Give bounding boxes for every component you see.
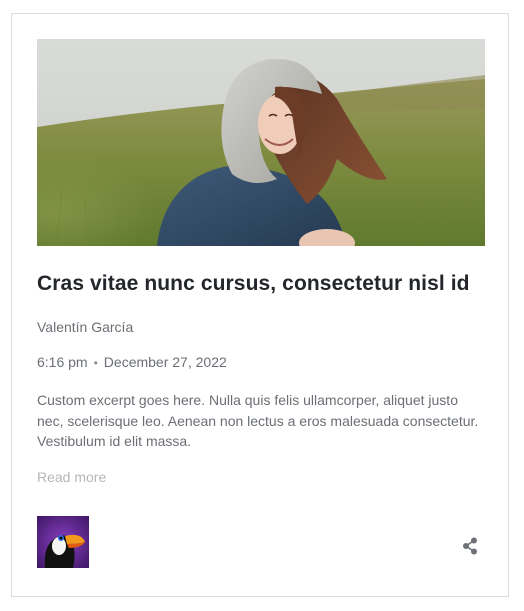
post-title[interactable]: Cras vitae nunc cursus, consectetur nisl… [37, 272, 487, 296]
share-icon[interactable] [460, 536, 480, 556]
post-featured-image[interactable] [37, 39, 485, 246]
post-author[interactable]: Valentín García [37, 319, 133, 335]
post-excerpt: Custom excerpt goes here. Nulla quis fel… [37, 392, 479, 449]
post-date: December 27, 2022 [103, 354, 227, 370]
post-time: 6:16 pm [37, 354, 88, 370]
post-card: Cras vitae nunc cursus, consectetur nisl… [11, 13, 509, 597]
meta-separator: • [93, 356, 98, 370]
post-meta: 6:16 pm • December 27, 2022 [37, 354, 227, 370]
author-avatar[interactable] [37, 516, 89, 568]
read-more-link[interactable]: Read more [37, 469, 106, 485]
